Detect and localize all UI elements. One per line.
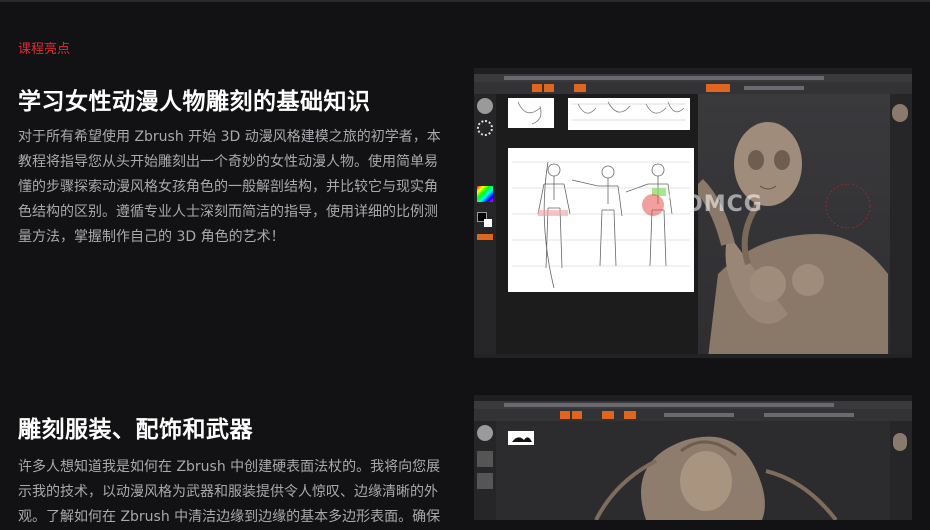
zbrush-left-shelf (474, 94, 496, 358)
section2-line: 示我的技术，以动漫风格为武器和服装提供令人惊叹、边缘清晰的外 (18, 484, 438, 500)
zbrush-screenshot-1: TOMCG (474, 68, 912, 358)
section2-title: 雕刻服装、配饰和武器 (18, 417, 253, 443)
watermark-text: TOMCG (668, 192, 763, 217)
section2-description: 许多人想知道我是如何在 Zbrush 中创建硬表面法杖的。我将向您展 示我的技术… (18, 455, 460, 530)
watermark-logo-icon (642, 194, 664, 216)
zbrush-left-shelf (474, 421, 496, 520)
zbrush-screenshot-2 (474, 395, 912, 520)
section1-title: 学习女性动漫人物雕刻的基础知识 (18, 89, 371, 115)
zbrush-toolbar (474, 82, 912, 94)
zbrush-right-shelf (890, 94, 912, 358)
zbrush-menu-bar (474, 401, 912, 409)
reference-body-sheet (508, 148, 694, 292)
reference-head-sketch (508, 98, 554, 128)
section1-line: 教程将指导您从头开始雕刻出一个奇妙的女性动漫人物。使用简单易 (18, 154, 438, 170)
reference-heads-sheet (568, 98, 690, 130)
section-tag: 课程亮点 (18, 42, 71, 57)
zbrush-menu-bar (474, 74, 912, 82)
zbrush-viewport (692, 94, 890, 358)
section1-description: 对于所有希望使用 Zbrush 开始 3D 动漫风格建模之旅的初学者，本 教程将… (18, 125, 460, 250)
top-divider (0, 0, 930, 2)
section1-line: 对于所有希望使用 Zbrush 开始 3D 动漫风格建模之旅的初学者，本 (18, 129, 441, 145)
zbrush-status-bar (474, 354, 912, 358)
zbrush-right-shelf (890, 421, 912, 520)
zbrush-viewport (496, 421, 890, 520)
reference-viewer (496, 94, 698, 358)
section1-line: 色结构的区别。遵循专业人士深刻而简洁的指导，使用详细的比例测 (18, 204, 438, 220)
zbrush-toolbar (474, 409, 912, 421)
section1-line: 懂的步骤探索动漫风格女孩角色的一般解剖结构，并比较它与现实角 (18, 179, 438, 195)
section2-line: 观。了解如何在 Zbrush 中清洁边缘到边缘的基本多边形表面。确保 (18, 509, 441, 525)
section2-line: 许多人想知道我是如何在 Zbrush 中创建硬表面法杖的。我将向您展 (18, 459, 441, 475)
section1-line: 量方法，掌握制作自己的 3D 角色的艺术！ (18, 229, 285, 245)
